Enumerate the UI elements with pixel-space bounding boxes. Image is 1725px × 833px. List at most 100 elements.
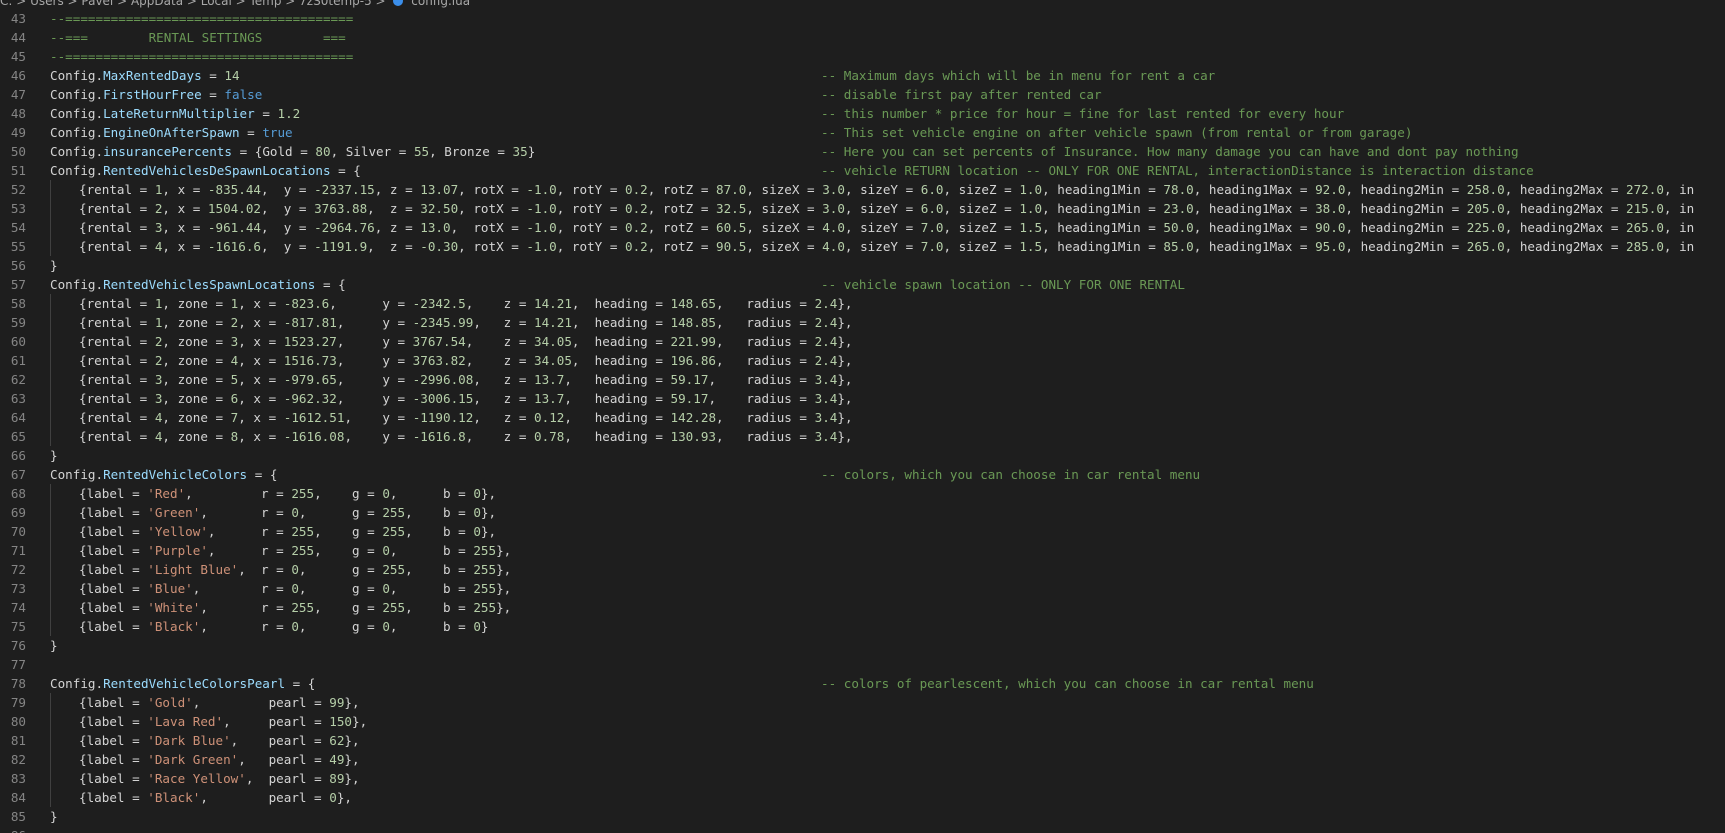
code-line[interactable]: 85} xyxy=(0,807,1725,826)
code-line[interactable]: 43 --====================================… xyxy=(0,9,1725,28)
code-text[interactable]: {label = 'Green', r = 0, g = 255, b = 0}… xyxy=(50,503,496,522)
breadcrumb[interactable]: C: > Users > Pavel > AppData > Local > T… xyxy=(0,0,1725,8)
line-number: 81 xyxy=(10,733,26,748)
code-line[interactable]: 79 {label = 'Gold', pearl = 99}, xyxy=(0,693,1725,712)
code-line[interactable]: 47 Config.FirstHourFree = false -- disable… xyxy=(0,85,1725,104)
code-line[interactable]: 86 --===================================… xyxy=(0,826,1725,833)
code-line[interactable]: 49 Config.EngineOnAfterSpawn = true -- Thi… xyxy=(0,123,1725,142)
code-line[interactable]: 59 {rental = 1, zone = 2, x = -817.81, y … xyxy=(0,313,1725,332)
code-line[interactable]: 48 Config.LateReturnMultiplier = 1.2 -- th… xyxy=(0,104,1725,123)
code-text[interactable]: {label = 'Dark Blue', pearl = 62}, xyxy=(50,731,360,750)
code-text[interactable]: } xyxy=(50,807,58,826)
code-line[interactable]: 81 {label = 'Dark Blue', pearl = 62}, xyxy=(0,731,1725,750)
code-text[interactable]: {rental = 3, zone = 5, x = -979.65, y = … xyxy=(50,370,853,389)
code-token: = { xyxy=(285,676,316,691)
code-text[interactable]: {rental = 3, x = -961.44, y = -2964.76, … xyxy=(50,218,1694,237)
code-line[interactable]: 63 {rental = 3, zone = 6, x = -962.32, y … xyxy=(0,389,1725,408)
breadcrumb-path[interactable]: C: > Users > Pavel > AppData > Local > T… xyxy=(0,0,386,8)
code-line[interactable]: 65 {rental = 4, zone = 8, x = -1616.08, y… xyxy=(0,427,1725,446)
code-text[interactable]: --======================================… xyxy=(50,826,383,833)
code-text[interactable]: Config.RentedVehicleColors = { xyxy=(50,465,277,484)
code-line[interactable]: 54 {rental = 3, x = -961.44, y = -2964.76… xyxy=(0,218,1725,237)
code-line[interactable]: 82 {label = 'Dark Green', pearl = 49}, xyxy=(0,750,1725,769)
code-line[interactable]: 60 {rental = 2, zone = 3, x = 1523.27, y … xyxy=(0,332,1725,351)
code-text[interactable]: Config.FirstHourFree = false xyxy=(50,85,262,104)
code-line[interactable]: 52 {rental = 1, x = -835.44, y = -2337.15… xyxy=(0,180,1725,199)
code-text[interactable]: {rental = 4, zone = 7, x = -1612.51, y =… xyxy=(50,408,853,427)
code-line[interactable]: 74 {label = 'White', r = 255, g = 255, b … xyxy=(0,598,1725,617)
code-line[interactable]: 71 {label = 'Purple', r = 255, g = 0, b =… xyxy=(0,541,1725,560)
code-line[interactable]: 53 {rental = 2, x = 1504.02, y = 3763.88,… xyxy=(0,199,1725,218)
code-text[interactable]: {label = 'Blue', r = 0, g = 0, b = 255}, xyxy=(50,579,511,598)
code-line[interactable]: 46 Config.MaxRentedDays = 14 -- Maximum da… xyxy=(0,66,1725,85)
code-line[interactable]: 68 {label = 'Red', r = 255, g = 0, b = 0}… xyxy=(0,484,1725,503)
code-text[interactable]: {label = 'White', r = 255, g = 255, b = … xyxy=(50,598,511,617)
code-text[interactable]: {rental = 2, zone = 3, x = 1523.27, y = … xyxy=(50,332,853,351)
code-text[interactable]: Config.EngineOnAfterSpawn = true xyxy=(50,123,293,142)
code-text[interactable]: Config.MaxRentedDays = 14 xyxy=(50,66,240,85)
code-text[interactable]: Config.insurancePercents = {Gold = 80, S… xyxy=(50,142,535,161)
code-line[interactable]: 76} xyxy=(0,636,1725,655)
code-line[interactable]: 73 {label = 'Blue', r = 0, g = 0, b = 255… xyxy=(0,579,1725,598)
code-line[interactable]: 57 Config.RentedVehiclesSpawnLocations = … xyxy=(0,275,1725,294)
breadcrumb-file[interactable]: config.lua xyxy=(411,0,470,8)
code-text[interactable]: {label = 'Dark Green', pearl = 49}, xyxy=(50,750,360,769)
code-text[interactable]: {label = 'Race Yellow', pearl = 89}, xyxy=(50,769,360,788)
code-text[interactable]: {label = 'Gold', pearl = 99}, xyxy=(50,693,360,712)
code-token: 'Purple' xyxy=(147,543,208,558)
code-line[interactable]: 50 Config.insurancePercents = {Gold = 80,… xyxy=(0,142,1725,161)
code-text[interactable]: {rental = 4, zone = 8, x = -1616.08, y =… xyxy=(50,427,853,446)
code-text[interactable]: {rental = 1, x = -835.44, y = -2337.15, … xyxy=(50,180,1694,199)
code-text[interactable]: {label = 'Red', r = 255, g = 0, b = 0}, xyxy=(50,484,496,503)
code-line[interactable]: 70 {label = 'Yellow', r = 255, g = 255, b… xyxy=(0,522,1725,541)
code-token: 14.21 xyxy=(534,296,572,311)
code-text[interactable]: --====================================== xyxy=(50,47,353,66)
code-text[interactable]: {rental = 2, zone = 4, x = 1516.73, y = … xyxy=(50,351,853,370)
code-line[interactable]: 66} xyxy=(0,446,1725,465)
code-text[interactable]: } xyxy=(50,256,58,275)
code-token: 13.07 xyxy=(420,182,459,197)
code-line[interactable]: 78 Config.RentedVehicleColorsPearl = {-- … xyxy=(0,674,1725,693)
code-line[interactable]: 83 {label = 'Race Yellow', pearl = 89}, xyxy=(0,769,1725,788)
code-text[interactable]: Config.RentedVehicleColorsPearl = { xyxy=(50,674,315,693)
code-text[interactable]: {rental = 1, zone = 2, x = -817.81, y = … xyxy=(50,313,853,332)
code-text[interactable]: Config.LateReturnMultiplier = 1.2 xyxy=(50,104,300,123)
code-line[interactable]: 80 {label = 'Lava Red', pearl = 150}, xyxy=(0,712,1725,731)
code-line[interactable]: 67 Config.RentedVehicleColors = {-- color… xyxy=(0,465,1725,484)
code-text[interactable]: --====================================== xyxy=(50,9,353,28)
code-text[interactable]: {label = 'Yellow', r = 255, g = 255, b =… xyxy=(50,522,496,541)
code-text[interactable]: --=== RENTAL SETTINGS === xyxy=(50,28,346,47)
code-line[interactable]: 51 Config.RentedVehiclesDeSpawnLocations … xyxy=(0,161,1725,180)
code-line[interactable]: 58 {rental = 1, zone = 1, x = -823.6, y =… xyxy=(0,294,1725,313)
code-line[interactable]: 69 {label = 'Green', r = 0, g = 255, b = … xyxy=(0,503,1725,522)
code-line[interactable]: 72 {label = 'Light Blue', r = 0, g = 255,… xyxy=(0,560,1725,579)
indent-guide xyxy=(50,294,79,313)
code-editor[interactable]: 43 --====================================… xyxy=(0,9,1725,833)
code-text[interactable]: {rental = 3, zone = 6, x = -962.32, y = … xyxy=(50,389,853,408)
inline-comment: -- vehicle spawn location -- ONLY FOR ON… xyxy=(821,277,1185,292)
code-text[interactable]: {rental = 4, x = -1616.6, y = -1191.9, z… xyxy=(50,237,1694,256)
code-line[interactable]: 75 {label = 'Black', r = 0, g = 0, b = 0} xyxy=(0,617,1725,636)
code-token: , b = xyxy=(389,619,474,634)
code-line[interactable]: 55 {rental = 4, x = -1616.6, y = -1191.9,… xyxy=(0,237,1725,256)
code-line[interactable]: 77 xyxy=(0,655,1725,674)
code-text[interactable]: Config.RentedVehiclesSpawnLocations = { xyxy=(50,275,346,294)
code-text[interactable]: {label = 'Lava Red', pearl = 150}, xyxy=(50,712,367,731)
code-text[interactable]: } xyxy=(50,446,58,465)
code-line[interactable]: 62 {rental = 3, zone = 5, x = -979.65, y … xyxy=(0,370,1725,389)
code-line[interactable]: 44 --=== RENTAL SETTINGS === xyxy=(0,28,1725,47)
code-token: = {Gold = xyxy=(231,144,316,159)
code-line[interactable]: 61 {rental = 2, zone = 4, x = 1516.73, y … xyxy=(0,351,1725,370)
code-text[interactable]: {label = 'Light Blue', r = 0, g = 255, b… xyxy=(50,560,511,579)
code-text[interactable]: Config.RentedVehiclesDeSpawnLocations = … xyxy=(50,161,361,180)
code-text[interactable]: } xyxy=(50,636,58,655)
code-text[interactable]: {label = 'Purple', r = 255, g = 0, b = 2… xyxy=(50,541,511,560)
code-line[interactable]: 84 {label = 'Black', pearl = 0}, xyxy=(0,788,1725,807)
code-line[interactable]: 56} xyxy=(0,256,1725,275)
code-text[interactable]: {label = 'Black', r = 0, g = 0, b = 0} xyxy=(50,617,489,636)
code-text[interactable]: {rental = 2, x = 1504.02, y = 3763.88, z… xyxy=(50,199,1694,218)
code-text[interactable]: {rental = 1, zone = 1, x = -823.6, y = -… xyxy=(50,294,853,313)
code-text[interactable]: {label = 'Black', pearl = 0}, xyxy=(50,788,352,807)
code-line[interactable]: 45 --====================================… xyxy=(0,47,1725,66)
code-line[interactable]: 64 {rental = 4, zone = 7, x = -1612.51, y… xyxy=(0,408,1725,427)
